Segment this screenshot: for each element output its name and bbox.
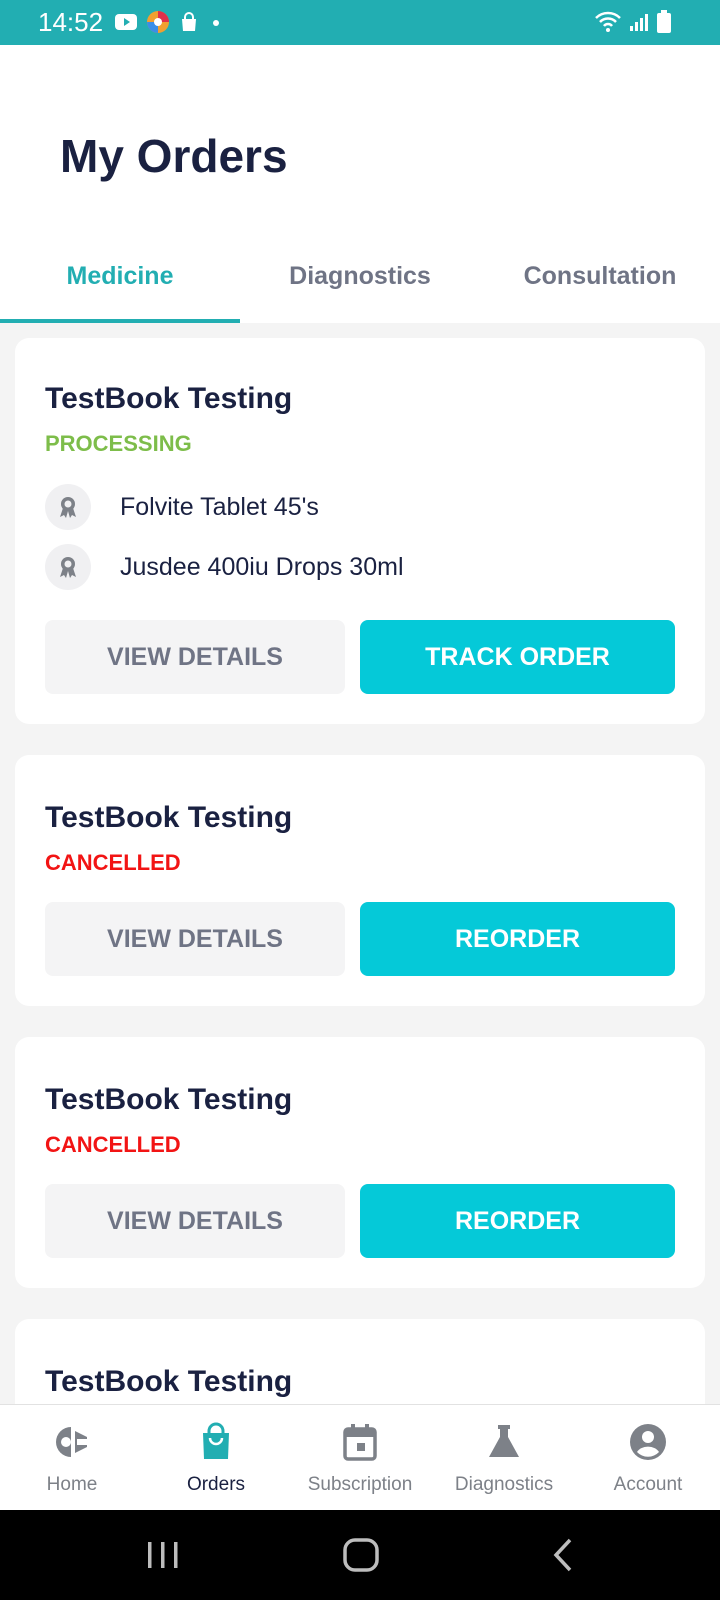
wifi-icon xyxy=(594,11,622,38)
reorder-button[interactable]: REORDER xyxy=(360,1184,675,1258)
nav-item-diagnostics[interactable]: Diagnostics xyxy=(432,1405,576,1511)
order-type-tabs: Medicine Diagnostics Consultation xyxy=(0,245,720,323)
flask-icon xyxy=(483,1421,525,1468)
calendar-icon xyxy=(339,1421,381,1468)
view-details-button[interactable]: VIEW DETAILS xyxy=(45,902,345,976)
order-status: PROCESSING xyxy=(45,431,192,456)
nav-item-orders[interactable]: Orders xyxy=(144,1405,288,1511)
home-icon xyxy=(51,1421,93,1468)
status-time: 14:52 xyxy=(38,7,104,37)
medal-icon xyxy=(45,544,91,590)
notification-icons xyxy=(114,10,224,39)
battery-icon xyxy=(656,10,672,39)
bag-icon xyxy=(195,1421,237,1468)
nav-item-home[interactable]: Home xyxy=(0,1405,144,1511)
nav-item-account[interactable]: Account xyxy=(576,1405,720,1511)
order-status: CANCELLED xyxy=(45,1132,181,1157)
reorder-button[interactable]: REORDER xyxy=(360,902,675,976)
home-button-icon[interactable] xyxy=(342,1532,382,1583)
view-details-button[interactable]: VIEW DETAILS xyxy=(45,1184,345,1258)
tab-medicine[interactable]: Medicine xyxy=(0,245,240,323)
dot-icon xyxy=(208,14,224,35)
view-details-button[interactable]: VIEW DETAILS xyxy=(45,620,345,694)
order-item-name: Jusdee 400iu Drops 30ml xyxy=(120,552,404,581)
nav-label: Account xyxy=(613,1474,683,1495)
nav-label: Diagnostics xyxy=(454,1474,554,1495)
tab-diagnostics[interactable]: Diagnostics xyxy=(240,245,480,323)
order-title: TestBook Testing xyxy=(45,1083,293,1116)
bottom-nav: Home Orders Subscription Diagnostics Acc… xyxy=(0,1404,720,1510)
nav-label: Home xyxy=(46,1474,98,1495)
youtube-icon xyxy=(114,12,138,37)
header: My Orders xyxy=(0,45,720,245)
browser-icon xyxy=(146,10,170,39)
order-title: TestBook Testing xyxy=(45,382,293,415)
order-title: TestBook Testing xyxy=(45,801,293,834)
nav-item-subscription[interactable]: Subscription xyxy=(288,1405,432,1511)
order-card: TestBook Testing PROCESSING Folvite Tabl… xyxy=(15,338,705,724)
recent-apps-icon[interactable] xyxy=(146,1532,180,1583)
order-card: TestBook Testing CANCELLED VIEW DETAILS … xyxy=(15,755,705,1006)
track-order-button[interactable]: TRACK ORDER xyxy=(360,620,675,694)
order-card: TestBook Testing CANCELLED VIEW DETAILS … xyxy=(15,1037,705,1288)
system-status-icons xyxy=(594,10,672,39)
nav-label: Subscription xyxy=(307,1474,413,1495)
shopping-bag-icon xyxy=(178,11,200,38)
back-icon[interactable] xyxy=(550,1532,578,1583)
order-status: CANCELLED xyxy=(45,850,181,875)
signal-icon xyxy=(628,11,650,38)
account-icon xyxy=(627,1421,669,1468)
order-item-name: Folvite Tablet 45's xyxy=(120,492,319,521)
order-title: TestBook Testing xyxy=(45,1365,293,1398)
order-item: Folvite Tablet 45's xyxy=(45,484,319,530)
page-title: My Orders xyxy=(60,130,288,182)
medal-icon xyxy=(45,484,91,530)
status-bar: 14:52 xyxy=(0,0,720,45)
tab-consultation[interactable]: Consultation xyxy=(480,245,720,323)
system-nav-bar xyxy=(0,1510,720,1600)
order-item: Jusdee 400iu Drops 30ml xyxy=(45,544,404,590)
nav-label: Orders xyxy=(186,1474,246,1495)
